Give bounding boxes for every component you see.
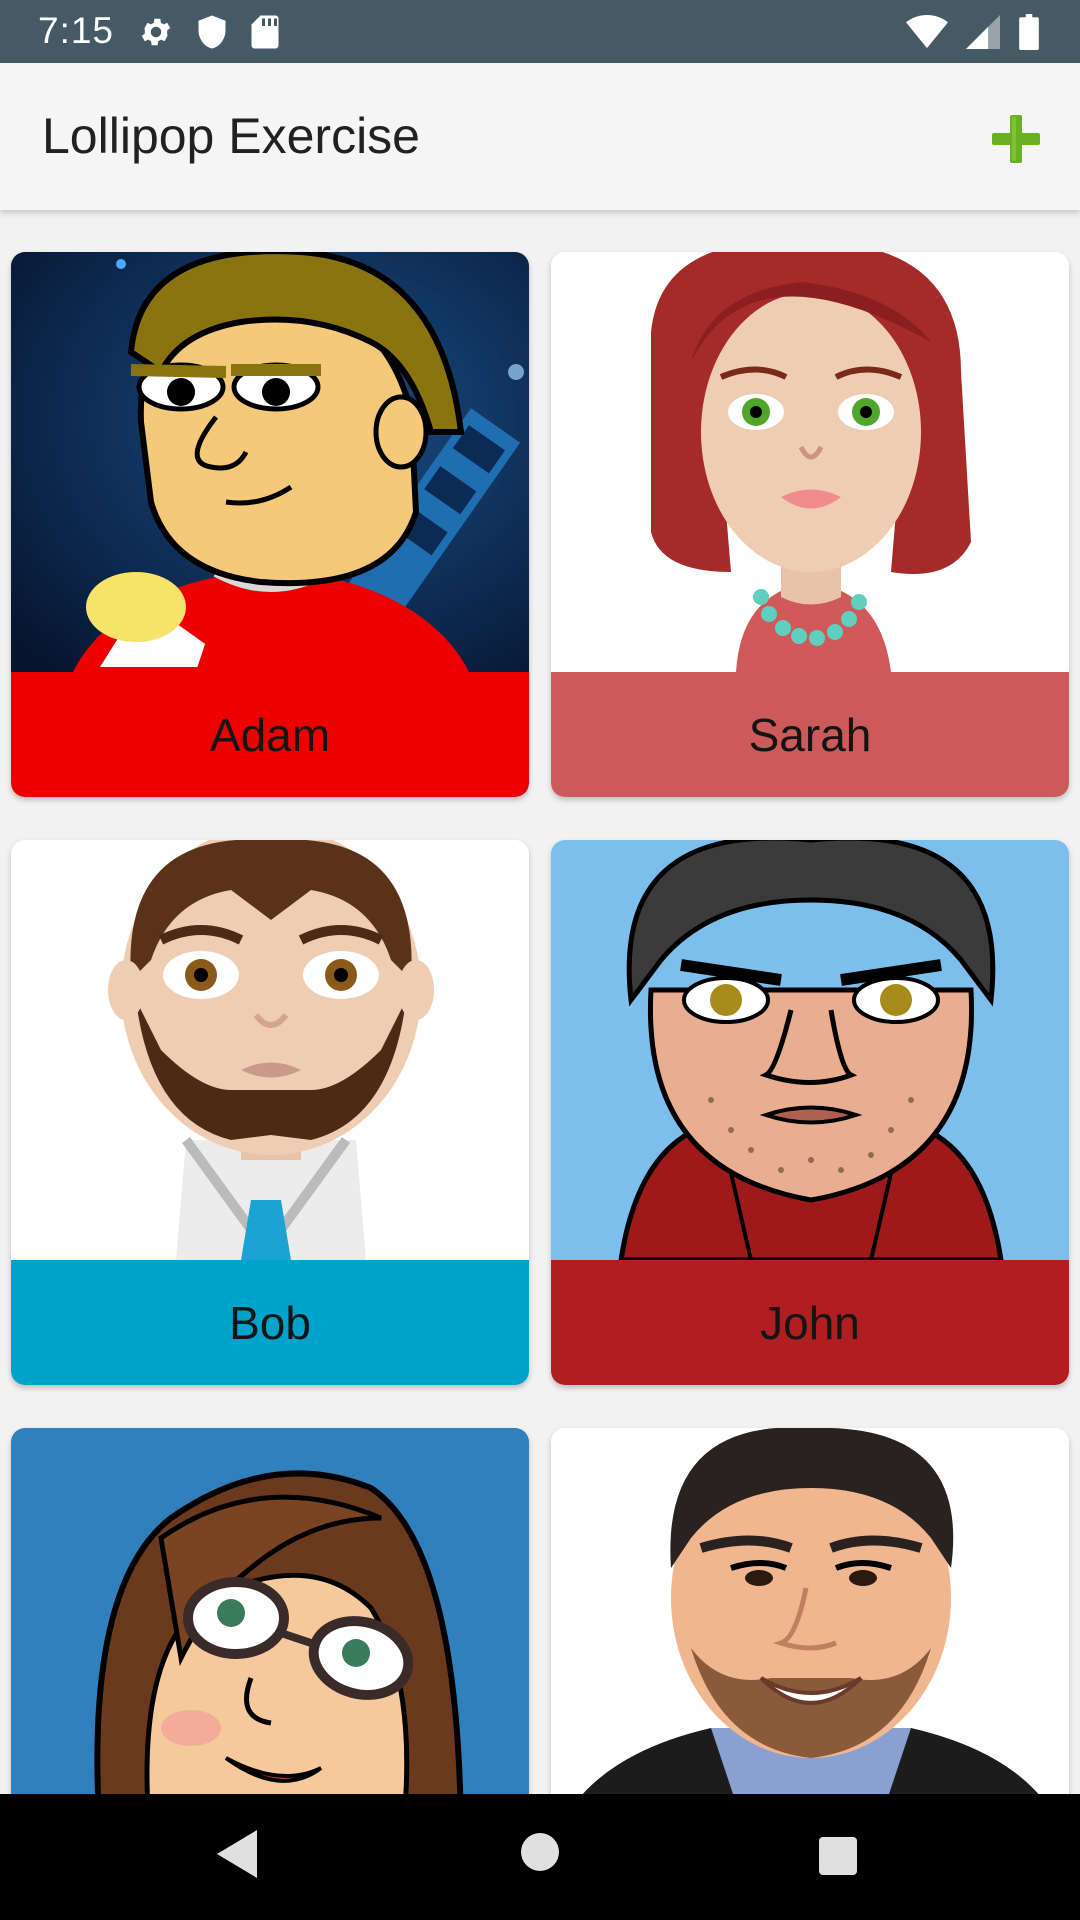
app-title: Lollipop Exercise	[42, 108, 420, 164]
status-bar: 7:15	[0, 0, 1080, 63]
app-bar: Lollipop Exercise	[0, 63, 1080, 210]
navigation-bar	[0, 1794, 1080, 1920]
avatar-image	[11, 840, 529, 1260]
avatar-image	[551, 252, 1069, 672]
sd-card-icon	[250, 14, 280, 55]
card-sarah[interactable]: Sarah	[551, 252, 1069, 797]
home-icon	[521, 1833, 559, 1871]
screen: 7:15 Lollipop Exercise Adam Sarah Bob Jo…	[0, 0, 1080, 1920]
avatar-grid[interactable]: Adam Sarah Bob John	[0, 210, 1080, 1794]
recents-icon	[819, 1837, 857, 1875]
battery-icon	[1018, 14, 1040, 55]
recents-button[interactable]	[818, 1836, 858, 1881]
card-name: Adam	[209, 708, 331, 761]
avatar-image	[551, 840, 1069, 1260]
status-left-icons	[138, 14, 280, 55]
back-icon	[217, 1830, 257, 1878]
shield-icon	[196, 14, 228, 55]
card-bob[interactable]: Bob	[11, 840, 529, 1385]
gear-icon	[138, 14, 174, 55]
card-adam[interactable]: Adam	[11, 252, 529, 797]
wifi-icon	[906, 15, 948, 54]
card-5[interactable]	[11, 1428, 529, 1794]
card-6[interactable]	[551, 1428, 1069, 1794]
avatar-image	[11, 1428, 529, 1794]
back-button[interactable]	[215, 1828, 259, 1885]
status-time: 7:15	[38, 10, 115, 51]
avatar-image	[551, 1428, 1069, 1794]
name-bar: John	[551, 1260, 1069, 1385]
home-button[interactable]	[520, 1832, 560, 1877]
card-name: Bob	[229, 1296, 311, 1349]
signal-icon	[966, 15, 1000, 54]
name-bar: Adam	[11, 672, 529, 797]
avatar-image	[11, 252, 529, 672]
card-john[interactable]: John	[551, 840, 1069, 1385]
name-bar: Bob	[11, 1260, 529, 1385]
card-name: Sarah	[748, 708, 872, 761]
name-bar: Sarah	[551, 672, 1069, 797]
add-button[interactable]	[980, 103, 1052, 175]
card-name: John	[760, 1296, 860, 1349]
plus-icon	[992, 115, 1040, 163]
status-right-icons	[906, 14, 1040, 55]
